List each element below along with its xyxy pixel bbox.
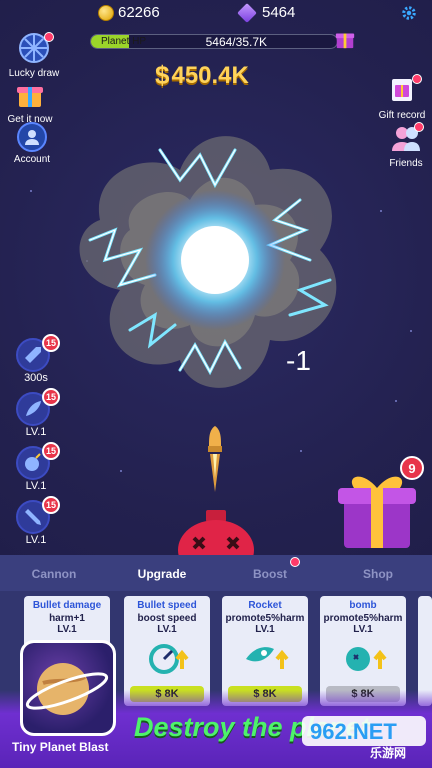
gem-value: 5464 bbox=[262, 4, 296, 21]
get-it-now-button[interactable]: Get it now bbox=[0, 76, 60, 125]
tab-label: Boost bbox=[253, 567, 287, 581]
skill-slot[interactable]: 15 LV.1 bbox=[16, 496, 60, 546]
tab-boost[interactable]: Boost bbox=[216, 555, 324, 591]
skill-label: LV.1 bbox=[25, 426, 47, 438]
tab-label: Cannon bbox=[31, 567, 77, 581]
star bbox=[120, 470, 122, 472]
planet-hp-label: Planet HP bbox=[101, 36, 147, 47]
gear-icon[interactable] bbox=[400, 4, 418, 22]
friends-label: Friends bbox=[389, 158, 423, 169]
skill-badge: 15 bbox=[42, 496, 60, 514]
star bbox=[410, 330, 412, 332]
user-icon bbox=[17, 122, 47, 152]
skill-badge: 15 bbox=[42, 442, 60, 460]
notification-dot bbox=[414, 122, 424, 132]
watermark-logo: 962.NET bbox=[302, 716, 426, 746]
card-level: LV.1 bbox=[157, 624, 177, 635]
gift-record-button[interactable]: Gift record bbox=[372, 72, 432, 121]
tab-upgrade[interactable]: Upgrade bbox=[108, 555, 216, 591]
notification-dot bbox=[44, 32, 54, 42]
dollar-symbol: $ bbox=[155, 60, 170, 90]
lucky-draw-button[interactable]: Lucky draw bbox=[4, 30, 64, 79]
skill-label: LV.1 bbox=[25, 534, 47, 546]
bullet-projectile bbox=[208, 426, 222, 492]
card-desc: promote5%harm bbox=[323, 613, 403, 624]
coin-counter: 62266 bbox=[98, 4, 160, 21]
card-title: bomb bbox=[349, 600, 377, 611]
damage-popup: -1 bbox=[286, 345, 311, 376]
tab-label: Shop bbox=[363, 567, 393, 581]
star bbox=[300, 450, 302, 452]
game-stage: 62266 5464 Planet HP 5464/35.7K $ 450.4K bbox=[0, 0, 432, 768]
planet-icon bbox=[23, 643, 113, 733]
card-title: Bullet speed bbox=[137, 600, 197, 611]
account-label: Account bbox=[13, 154, 51, 165]
app-thumbnail bbox=[20, 640, 116, 736]
card-level: LV.1 bbox=[57, 624, 77, 635]
tab-bar: Cannon Upgrade Boost Shop bbox=[0, 555, 432, 591]
gift-icon bbox=[12, 76, 48, 112]
card-desc: promote5%harm bbox=[225, 613, 305, 624]
tab-cannon[interactable]: Cannon bbox=[0, 555, 108, 591]
card-desc: harm+1 bbox=[49, 613, 85, 624]
card-title: Bullet damage bbox=[32, 600, 102, 611]
planet-hp-value: 5464/35.7K bbox=[205, 35, 267, 49]
planet-hp-bar: Planet HP 5464/35.7K bbox=[90, 34, 338, 49]
card-level: LV.1 bbox=[353, 624, 373, 635]
coin-value: 62266 bbox=[118, 4, 160, 21]
card-desc: boost speed bbox=[137, 613, 197, 624]
skill-badge: 15 bbox=[42, 388, 60, 406]
notification-dot bbox=[290, 557, 300, 567]
star bbox=[395, 400, 397, 402]
star bbox=[380, 210, 382, 212]
bomb-icon bbox=[346, 647, 387, 671]
skill-label: LV.1 bbox=[25, 480, 47, 492]
hp-gift-icon[interactable] bbox=[334, 28, 356, 50]
account-button[interactable]: Account bbox=[2, 122, 62, 165]
watermark-text: 962.NET bbox=[310, 719, 397, 744]
star bbox=[30, 190, 32, 192]
gift-badge: 9 bbox=[400, 456, 424, 480]
skill-slot[interactable]: 15 300s bbox=[16, 334, 60, 384]
speed-gauge-icon bbox=[149, 644, 189, 674]
friends-button[interactable]: Friends bbox=[376, 120, 432, 169]
tab-label: Upgrade bbox=[137, 567, 187, 581]
gem-icon bbox=[237, 2, 257, 23]
gem-counter: 5464 bbox=[237, 2, 296, 23]
notification-dot bbox=[412, 74, 422, 84]
rocket-icon bbox=[246, 647, 289, 669]
planet-explosion[interactable] bbox=[60, 110, 360, 410]
skill-badge: 15 bbox=[42, 334, 60, 352]
card-level: LV.1 bbox=[255, 624, 275, 635]
skill-slot[interactable]: 15 LV.1 bbox=[16, 442, 60, 492]
skill-label: 300s bbox=[24, 372, 48, 384]
coin-icon bbox=[98, 4, 114, 21]
app-caption: Tiny Planet Blast bbox=[12, 740, 109, 754]
card-title: Rocket bbox=[248, 600, 282, 611]
watermark-sub: 乐游网 bbox=[370, 746, 407, 760]
tab-shop[interactable]: Shop bbox=[324, 555, 432, 591]
money-value: 450.4K bbox=[171, 61, 249, 89]
money-display: $ 450.4K bbox=[155, 60, 249, 91]
